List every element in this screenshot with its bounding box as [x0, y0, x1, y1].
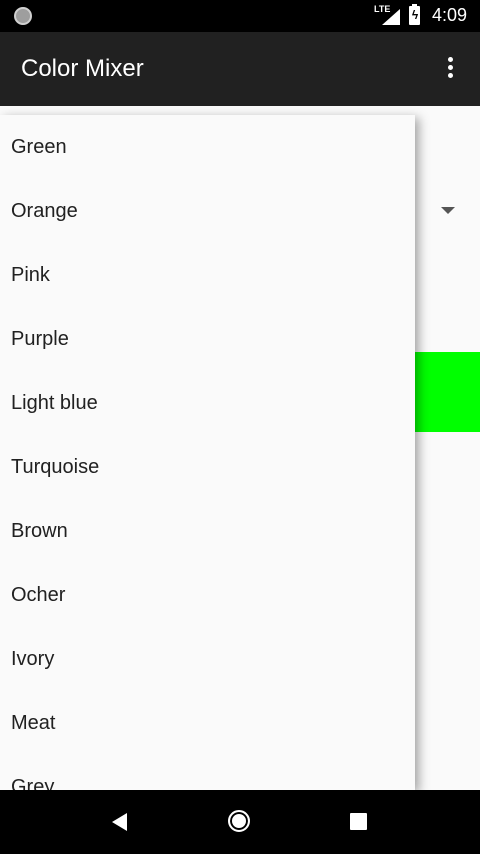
dropdown-item-orange[interactable]: Orange [0, 179, 415, 243]
back-icon[interactable] [112, 813, 127, 831]
dropdown-item-brown[interactable]: Brown [0, 499, 415, 563]
dropdown-item-light-blue[interactable]: Light blue [0, 371, 415, 435]
dropdown-item-purple[interactable]: Purple [0, 307, 415, 371]
dropdown-item-meat[interactable]: Meat [0, 691, 415, 755]
dropdown-item-ivory[interactable]: Ivory [0, 627, 415, 691]
dropdown-item-label: Meat [11, 711, 56, 734]
dropdown-item-label: Light blue [11, 391, 98, 414]
notification-icon [14, 7, 32, 25]
dropdown-item-label: Ocher [11, 583, 66, 606]
color-swatch [410, 352, 480, 432]
system-nav-bar [0, 790, 480, 854]
home-icon[interactable] [228, 810, 250, 832]
overflow-menu-icon[interactable] [440, 55, 460, 85]
dropdown-item-pink[interactable]: Pink [0, 243, 415, 307]
app-bar: Color Mixer [0, 32, 480, 106]
signal-icon [382, 9, 400, 25]
dropdown-item-label: Orange [11, 199, 78, 222]
charging-bolt-icon: ϟ [411, 8, 419, 22]
color-dropdown-list: Green Orange Pink Purple Light blue Turq… [0, 115, 415, 790]
dropdown-item-label: Purple [11, 327, 69, 350]
dropdown-item-turquoise[interactable]: Turquoise [0, 435, 415, 499]
dropdown-item-label: Turquoise [11, 455, 100, 478]
recent-apps-icon[interactable] [350, 813, 367, 830]
dropdown-item-label: Brown [11, 519, 68, 542]
dropdown-item-green[interactable]: Green [0, 115, 415, 179]
dropdown-item-label: Pink [11, 263, 50, 286]
status-bar: LTE ϟ 4:09 [0, 0, 480, 32]
status-time: 4:09 [432, 5, 468, 25]
dropdown-item-ocher[interactable]: Ocher [0, 563, 415, 627]
dropdown-item-label: Grey [11, 775, 55, 791]
dropdown-item-label: Green [11, 135, 67, 158]
spinner-arrow-icon[interactable] [441, 207, 455, 214]
dropdown-item-label: Ivory [11, 647, 55, 670]
app-title: Color Mixer [21, 55, 144, 82]
dropdown-item-grey[interactable]: Grey [0, 755, 415, 791]
